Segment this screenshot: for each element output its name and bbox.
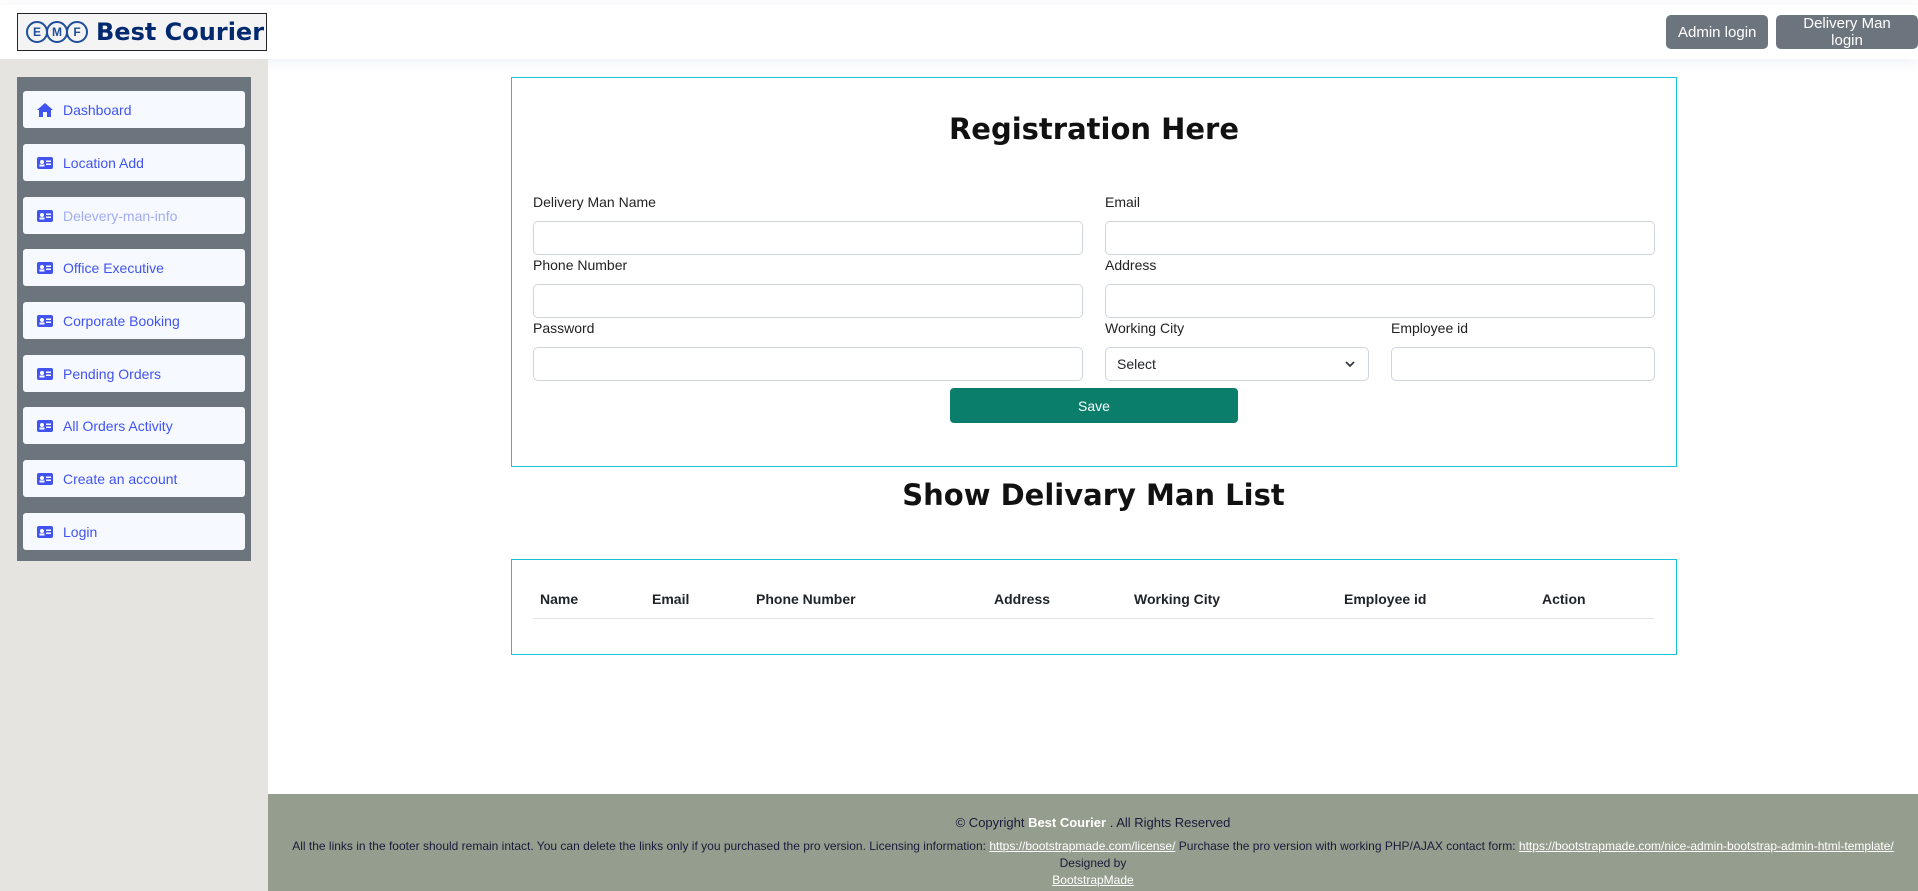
logo-letter: F bbox=[66, 21, 88, 43]
employee-id-input[interactable] bbox=[1391, 347, 1655, 381]
column-header-email: Email bbox=[652, 591, 690, 607]
logo-letter: M bbox=[46, 21, 68, 43]
brand-name: Best Courier bbox=[96, 18, 265, 46]
delivery-man-table bbox=[511, 559, 1677, 655]
sidebar-item-login[interactable]: Login bbox=[23, 513, 245, 550]
delivery-man-list-title: Show Delivary Man List bbox=[902, 478, 1285, 512]
password-input[interactable] bbox=[533, 347, 1083, 381]
footer-pro-text: Purchase the pro version with working PH… bbox=[1178, 839, 1516, 853]
sidebar-item-label: Create an account bbox=[63, 470, 178, 487]
card-icon bbox=[37, 472, 53, 485]
column-header-working-city: Working City bbox=[1134, 591, 1221, 607]
logo-letter: E bbox=[26, 21, 48, 43]
delivery-man-login-button[interactable]: Delivery Man login bbox=[1776, 15, 1918, 49]
sidebar-item-delivery-man-info[interactable]: Delevery-man-info bbox=[23, 197, 245, 234]
footer-designed-by: Designed by bbox=[1059, 856, 1127, 870]
license-link[interactable]: https://bootstrapmade.com/license/ bbox=[989, 839, 1175, 853]
sidebar-item-all-orders-activity[interactable]: All Orders Activity bbox=[23, 407, 245, 444]
column-header-address: Address bbox=[994, 591, 1051, 607]
delivery-man-name-input[interactable] bbox=[533, 221, 1083, 255]
sidebar-item-corporate-booking[interactable]: Corporate Booking bbox=[23, 302, 245, 339]
sidebar-item-label: Delevery-man-info bbox=[63, 207, 178, 224]
copyright-prefix: © Copyright bbox=[955, 815, 1025, 830]
card-icon bbox=[37, 419, 53, 432]
sidebar-item-pending-orders[interactable]: Pending Orders bbox=[23, 355, 245, 392]
sidebar-item-label: Pending Orders bbox=[63, 365, 162, 382]
copyright: © Copyright Best Courier . All Rights Re… bbox=[268, 815, 1918, 830]
logo[interactable]: E M F Best Courier bbox=[17, 13, 267, 51]
column-header-employee-id: Employee id bbox=[1344, 591, 1427, 607]
email-label: Email bbox=[1105, 194, 1141, 210]
sidebar: Dashboard Location Add Delevery-man-info… bbox=[17, 77, 251, 561]
registration-title: Registration Here bbox=[948, 112, 1240, 146]
password-label: Password bbox=[533, 320, 595, 336]
sidebar-item-label: Dashboard bbox=[63, 101, 132, 118]
card-icon bbox=[37, 525, 53, 538]
house-icon bbox=[37, 102, 53, 117]
phone-number-label: Phone Number bbox=[533, 257, 628, 273]
address-label: Address bbox=[1105, 257, 1157, 273]
logo-mark-icon: E M F bbox=[26, 21, 88, 43]
sidebar-item-label: Office Executive bbox=[63, 259, 164, 276]
admin-login-button[interactable]: Admin login bbox=[1666, 15, 1769, 49]
column-header-action: Action bbox=[1542, 591, 1586, 607]
header: E M F Best Courier Admin login Delivery … bbox=[0, 5, 1918, 59]
card-icon bbox=[37, 209, 53, 222]
pro-version-link[interactable]: https://bootstrapmade.com/nice-admin-boo… bbox=[1519, 839, 1894, 853]
email-input[interactable] bbox=[1105, 221, 1655, 255]
card-icon bbox=[37, 261, 53, 274]
column-header-name: Name bbox=[540, 591, 579, 607]
sidebar-item-create-account[interactable]: Create an account bbox=[23, 460, 245, 497]
sidebar-item-label: All Orders Activity bbox=[63, 417, 173, 434]
footer-credits: All the links in the footer should remai… bbox=[268, 838, 1918, 889]
delivery-man-name-label: Delivery Man Name bbox=[533, 194, 656, 210]
card-icon bbox=[37, 314, 53, 327]
card-icon bbox=[37, 367, 53, 380]
phone-number-input[interactable] bbox=[533, 284, 1083, 318]
copyright-suffix: . All Rights Reserved bbox=[1109, 815, 1231, 830]
working-city-selected: Select bbox=[1117, 356, 1156, 372]
sidebar-item-label: Corporate Booking bbox=[63, 312, 180, 329]
footer: © Copyright Best Courier . All Rights Re… bbox=[268, 794, 1918, 891]
working-city-label: Working City bbox=[1105, 320, 1185, 336]
address-input[interactable] bbox=[1105, 284, 1655, 318]
sidebar-item-label: Login bbox=[63, 523, 98, 540]
sidebar-item-label: Location Add bbox=[63, 154, 144, 171]
working-city-select[interactable]: Select bbox=[1105, 347, 1369, 381]
chevron-down-icon bbox=[1345, 361, 1355, 368]
table-header-divider bbox=[533, 618, 1654, 619]
sidebar-item-location-add[interactable]: Location Add bbox=[23, 144, 245, 181]
save-button[interactable]: Save bbox=[950, 388, 1238, 423]
copyright-brand: Best Courier bbox=[1028, 815, 1107, 830]
column-header-phone-number: Phone Number bbox=[756, 591, 856, 607]
card-icon bbox=[37, 156, 53, 169]
sidebar-item-office-executive[interactable]: Office Executive bbox=[23, 249, 245, 286]
footer-license-text: All the links in the footer should remai… bbox=[292, 839, 986, 853]
sidebar-item-dashboard[interactable]: Dashboard bbox=[23, 91, 245, 128]
employee-id-label: Employee id bbox=[1391, 320, 1469, 336]
bootstrapmade-link[interactable]: BootstrapMade bbox=[1052, 873, 1133, 887]
